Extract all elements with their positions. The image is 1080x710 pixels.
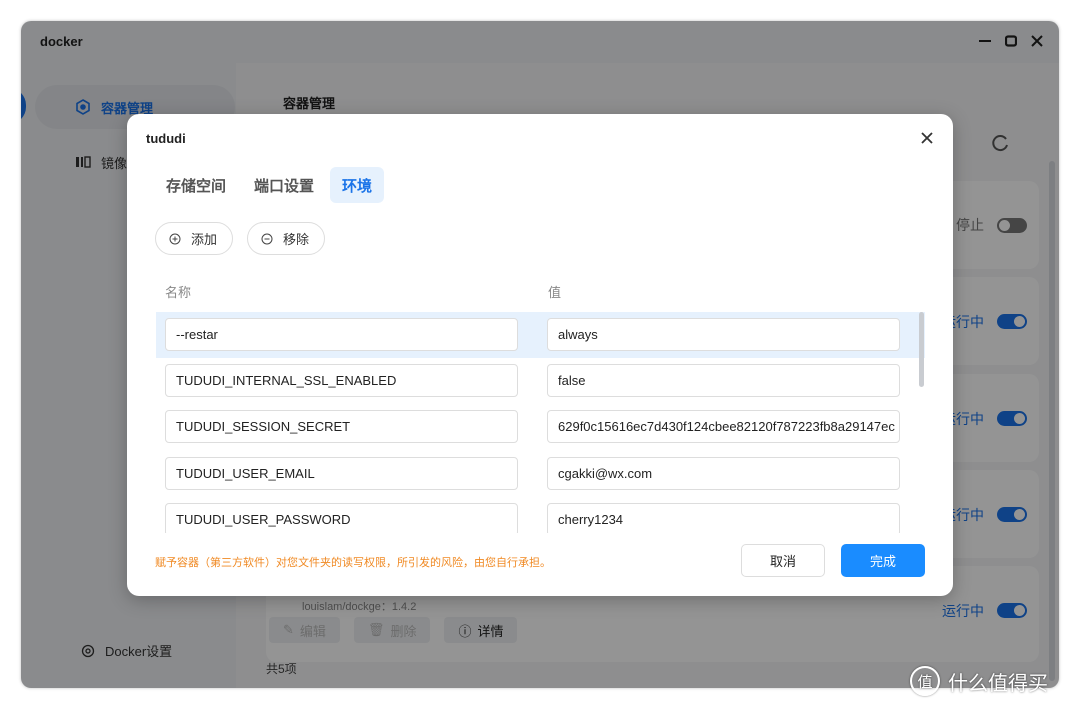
env-name-input[interactable]: --restar [165,318,518,351]
env-name-input[interactable]: TUDUDI_USER_EMAIL [165,457,518,490]
env-row[interactable]: TUDUDI_USER_PASSWORD cherry1234 [156,497,925,533]
env-row[interactable]: TUDUDI_INTERNAL_SSL_ENABLED false [156,358,925,404]
env-dialog: tududi 存储空间 端口设置 环境 添加 移除 名称 值 --restar … [127,114,953,596]
remove-label: 移除 [283,232,310,247]
tab-storage[interactable]: 存储空间 [154,167,238,203]
cancel-button[interactable]: 取消 [741,544,825,577]
watermark-text: 什么值得买 [948,672,1048,695]
add-button[interactable]: 添加 [155,222,234,255]
watermark-logo-icon: 值 [910,666,940,696]
env-list-scrollbar[interactable] [919,312,924,387]
column-header-name: 名称 [165,285,192,300]
remove-button[interactable]: 移除 [247,222,326,255]
dialog-tabs: 存储空间 端口设置 环境 [154,167,385,203]
env-row[interactable]: TUDUDI_USER_EMAIL cgakki@wx.com [156,451,925,497]
dialog-title: tududi [146,131,186,146]
env-actions: 添加 移除 [155,222,326,255]
close-icon[interactable] [919,130,935,146]
column-header-value: 值 [548,285,562,300]
env-value-input[interactable]: always [547,318,900,351]
env-value-input[interactable]: 629f0c15616ec7d430f124cbee82120f787223fb… [547,410,900,443]
tab-ports[interactable]: 端口设置 [242,167,326,203]
minus-circle-icon [261,233,273,244]
warning-text: 赋予容器（第三方软件）对您文件夹的读写权限，所引发的风险，由您自行承担。 [155,557,551,569]
env-name-input[interactable]: TUDUDI_SESSION_SECRET [165,410,518,443]
add-label: 添加 [191,232,218,247]
env-value-input[interactable]: false [547,364,900,397]
env-row[interactable]: TUDUDI_SESSION_SECRET 629f0c15616ec7d430… [156,404,925,450]
watermark: 值 什么值得买 [910,666,1048,696]
env-name-input[interactable]: TUDUDI_INTERNAL_SSL_ENABLED [165,364,518,397]
confirm-button[interactable]: 完成 [841,544,925,577]
tab-environment[interactable]: 环境 [330,167,385,203]
env-list: --restar always TUDUDI_INTERNAL_SSL_ENAB… [156,312,925,533]
env-value-input[interactable]: cherry1234 [547,503,900,533]
plus-circle-icon [169,233,181,244]
env-row[interactable]: --restar always [156,312,925,358]
env-name-input[interactable]: TUDUDI_USER_PASSWORD [165,503,518,533]
env-value-input[interactable]: cgakki@wx.com [547,457,900,490]
